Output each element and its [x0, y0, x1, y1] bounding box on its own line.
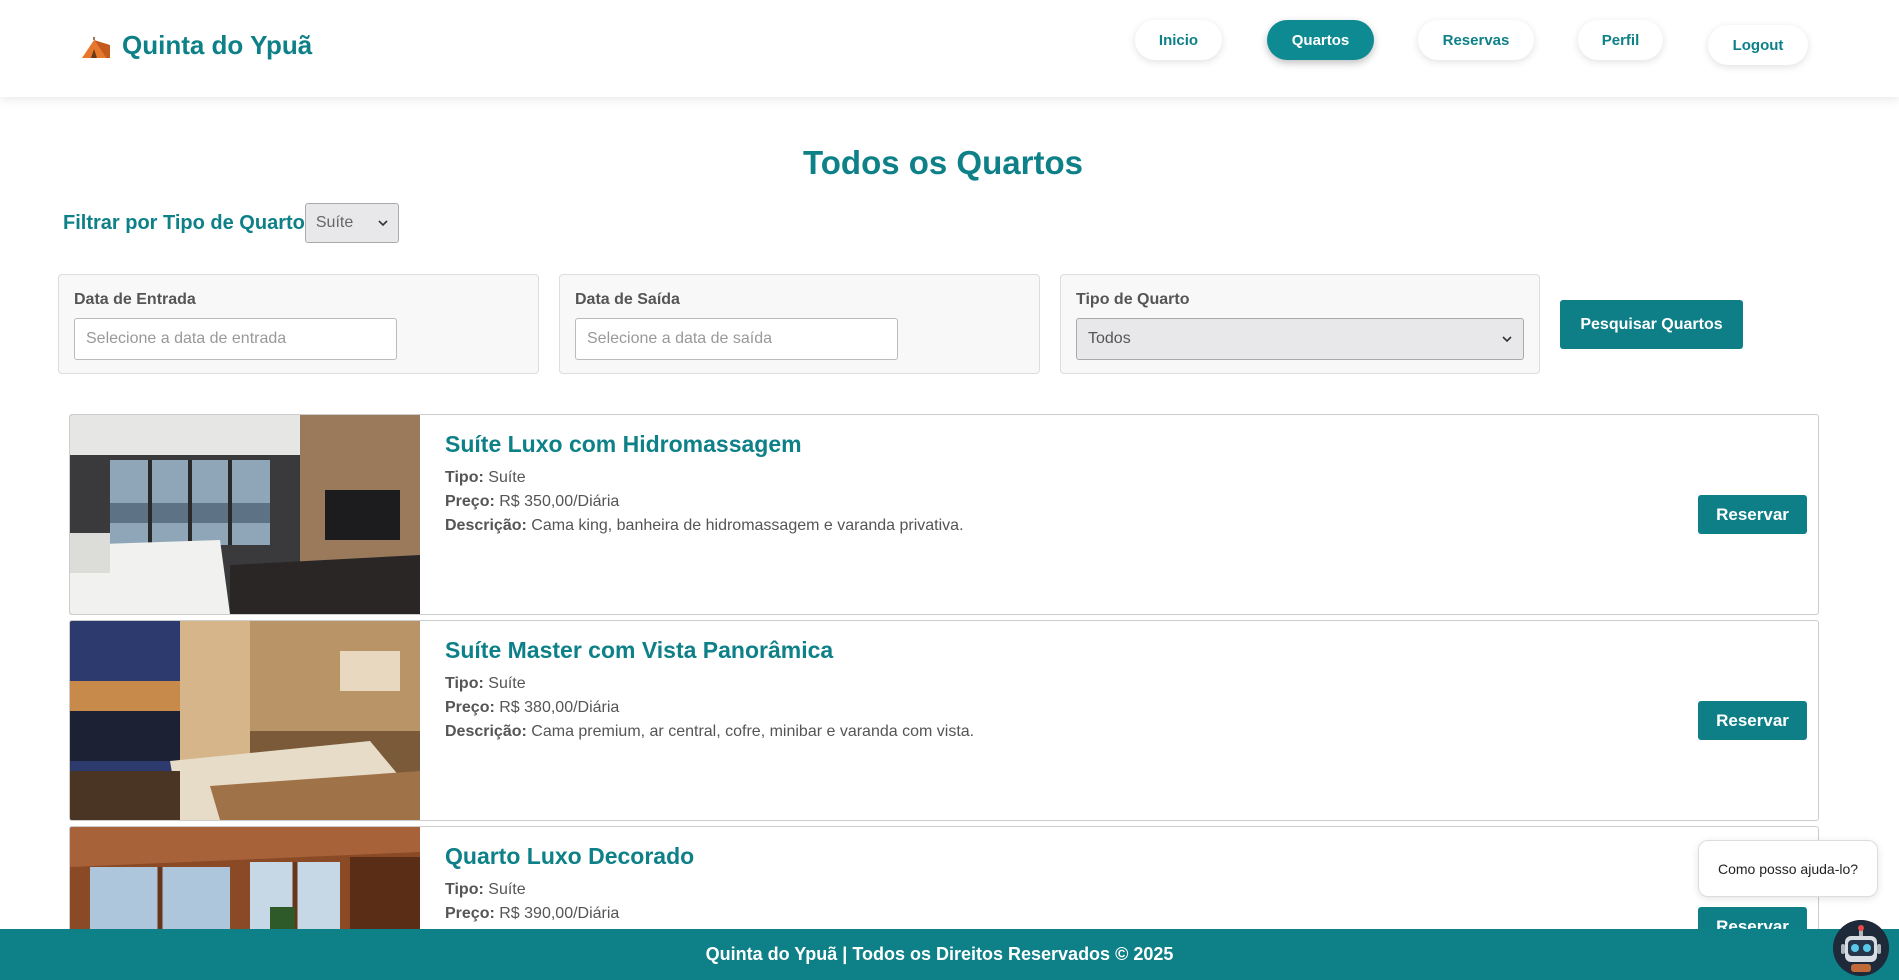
room-type-select[interactable]: Todos: [1076, 318, 1524, 360]
room-type-line: Tipo: Suíte: [445, 675, 526, 693]
brand-name: Quinta do Ypuã: [122, 30, 313, 60]
robot-icon[interactable]: [1833, 920, 1889, 976]
reserve-button[interactable]: Reservar: [1698, 701, 1807, 740]
room-type-filter: Filtrar por Tipo de Quarto Suíte: [63, 203, 399, 243]
room-description-value: Cama premium, ar central, cofre, minibar…: [531, 723, 975, 740]
room-type-line: Tipo: Suíte: [445, 469, 526, 487]
nav-reservas[interactable]: Reservas: [1418, 20, 1534, 60]
room-description-line: Descrição: Cama king, banheira de hidrom…: [445, 517, 964, 535]
site-footer: Quinta do Ypuã | Todos os Direitos Reser…: [0, 929, 1899, 980]
checkout-label: Data de Saída: [575, 291, 680, 308]
room-type-select-value: Todos: [1088, 330, 1131, 347]
room-price-value: R$ 390,00/Diária: [499, 905, 620, 922]
room-photo: [70, 621, 420, 820]
checkin-input[interactable]: Selecione a data de entrada: [74, 318, 397, 360]
description-label: Descrição:: [445, 723, 527, 740]
type-label: Tipo:: [445, 469, 484, 486]
description-label: Descrição:: [445, 517, 527, 534]
price-label: Preço:: [445, 905, 495, 922]
search-rooms-button[interactable]: Pesquisar Quartos: [1560, 300, 1743, 349]
room-type-value: Suíte: [488, 469, 526, 486]
site-header: Quinta do Ypuã Inicio Quartos Reservas P…: [0, 0, 1899, 97]
room-price-line: Preço: R$ 350,00/Diária: [445, 493, 619, 511]
reserve-button[interactable]: Reservar: [1698, 495, 1807, 534]
room-price-value: R$ 380,00/Diária: [499, 699, 620, 716]
room-price-line: Preço: R$ 390,00/Diária: [445, 905, 619, 923]
room-type-value: Suíte: [488, 881, 526, 898]
tent-icon: [82, 36, 110, 58]
page-title: Todos os Quartos: [803, 144, 1083, 181]
room-type-line: Tipo: Suíte: [445, 881, 526, 899]
room-type-value: Suíte: [488, 675, 526, 692]
checkout-box: Data de Saída Selecione a data de saída: [559, 274, 1040, 374]
room-type-box: Tipo de Quarto Todos: [1060, 274, 1540, 374]
room-description-value: Cama king, banheira de hidromassagem e v…: [531, 517, 964, 534]
room-type-label: Tipo de Quarto: [1076, 291, 1190, 308]
room-description-line: Descrição: Cama premium, ar central, cof…: [445, 723, 974, 741]
checkin-box: Data de Entrada Selecione a data de entr…: [58, 274, 539, 374]
nav-perfil[interactable]: Perfil: [1578, 20, 1663, 60]
nav-quartos[interactable]: Quartos: [1267, 20, 1374, 60]
nav-inicio[interactable]: Inicio: [1135, 20, 1222, 60]
room-title: Suíte Luxo com Hidromassagem: [445, 431, 802, 457]
room-price-value: R$ 350,00/Diária: [499, 493, 620, 510]
chat-bubble[interactable]: Como posso ajuda-lo?: [1698, 840, 1878, 897]
type-label: Tipo:: [445, 881, 484, 898]
brand[interactable]: Quinta do Ypuã: [80, 30, 312, 61]
price-label: Preço:: [445, 493, 495, 510]
checkout-input[interactable]: Selecione a data de saída: [575, 318, 898, 360]
chevron-down-icon: [1502, 335, 1512, 342]
type-label: Tipo:: [445, 675, 484, 692]
room-title: Suíte Master com Vista Panorâmica: [445, 637, 834, 663]
checkin-label: Data de Entrada: [74, 291, 196, 308]
room-card: Suíte Master com Vista Panorâmica Tipo: …: [69, 620, 1819, 821]
room-price-line: Preço: R$ 380,00/Diária: [445, 699, 619, 717]
room-photo: [70, 415, 420, 614]
chevron-down-icon: [378, 219, 388, 226]
nav-logout[interactable]: Logout: [1708, 25, 1808, 65]
filter-select[interactable]: Suíte: [304, 203, 399, 243]
filter-select-value: Suíte: [315, 214, 354, 231]
filter-label: Filtrar por Tipo de Quarto: [63, 211, 305, 234]
price-label: Preço:: [445, 699, 495, 716]
room-card: Suíte Luxo com Hidromassagem Tipo: Suíte…: [69, 414, 1819, 615]
room-title: Quarto Luxo Decorado: [445, 843, 695, 869]
footer-text: Quinta do Ypuã | Todos os Direitos Reser…: [705, 944, 1174, 964]
